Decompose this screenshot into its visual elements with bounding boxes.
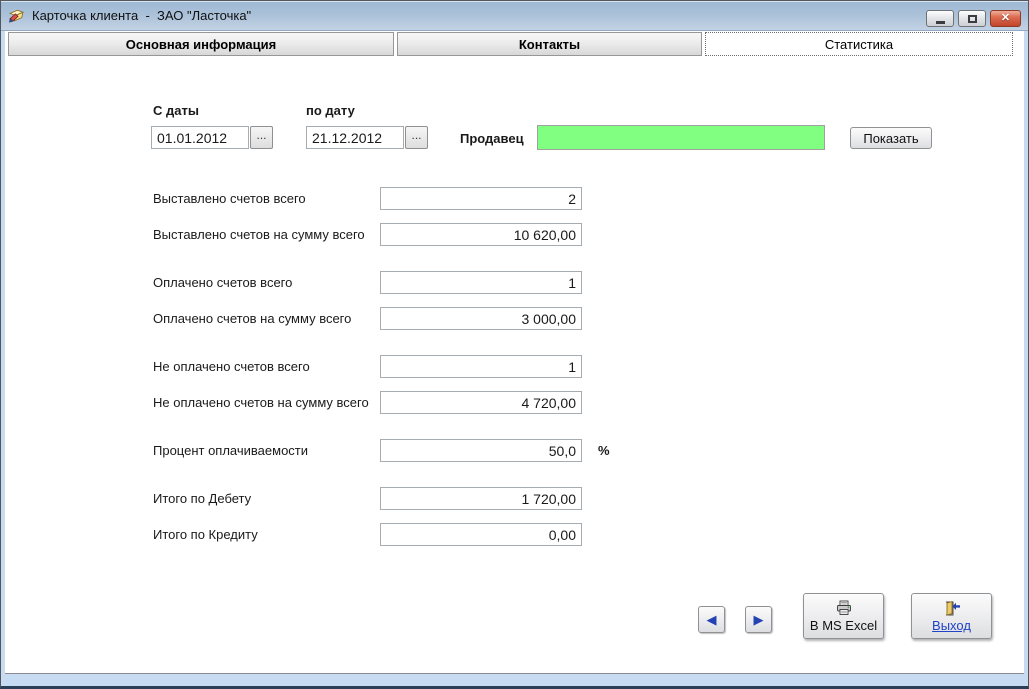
stat-label: Итого по Дебету bbox=[153, 491, 252, 506]
exit-button[interactable]: Выход bbox=[911, 593, 992, 639]
date-to-input[interactable] bbox=[306, 126, 404, 149]
tab-contacts[interactable]: Контакты bbox=[397, 32, 702, 56]
stat-label: Оплачено счетов на сумму всего bbox=[153, 311, 352, 326]
minimize-button[interactable] bbox=[926, 10, 954, 27]
client-card-window: Карточка клиента - ЗАО "Ласточка" ✕ Осно… bbox=[0, 0, 1029, 689]
stat-label: Оплачено счетов всего bbox=[153, 275, 293, 290]
prev-record-button[interactable]: ◀ bbox=[698, 606, 725, 633]
stat-row-unpaid-count: Не оплачено счетов всего bbox=[5, 355, 1024, 378]
tab-statistics[interactable]: Статистика bbox=[705, 32, 1013, 56]
stat-value-field[interactable] bbox=[380, 523, 582, 546]
date-from-browse-button[interactable]: ... bbox=[250, 126, 273, 149]
printer-icon bbox=[836, 600, 851, 615]
stat-row-invoices-count: Выставлено счетов всего bbox=[5, 187, 1024, 210]
stat-label: Выставлено счетов на сумму всего bbox=[153, 227, 365, 242]
stat-value-field[interactable] bbox=[380, 271, 582, 294]
arrow-left-icon: ◀ bbox=[706, 611, 717, 627]
arrow-right-icon: ▶ bbox=[753, 611, 764, 627]
titlebar: Карточка клиента - ЗАО "Ласточка" ✕ bbox=[1, 1, 1028, 31]
maximize-button[interactable] bbox=[958, 10, 986, 27]
stat-value-field[interactable] bbox=[380, 187, 582, 210]
stat-row-debit-total: Итого по Дебету bbox=[5, 487, 1024, 510]
stat-value-field[interactable] bbox=[380, 307, 582, 330]
date-from-input[interactable] bbox=[151, 126, 249, 149]
stat-label: Не оплачено счетов на сумму всего bbox=[153, 395, 369, 410]
exit-door-icon bbox=[945, 600, 960, 616]
stat-value-field[interactable] bbox=[380, 391, 582, 414]
window-title: Карточка клиента - ЗАО "Ласточка" bbox=[32, 8, 252, 23]
exit-label: Выход bbox=[932, 617, 971, 633]
stat-row-paid-count: Оплачено счетов всего bbox=[5, 271, 1024, 294]
date-to-label: по дату bbox=[306, 103, 355, 118]
stat-row-invoices-sum: Выставлено счетов на сумму всего bbox=[5, 223, 1024, 246]
stat-row-credit-total: Итого по Кредиту bbox=[5, 523, 1024, 546]
stat-row-paid-sum: Оплачено счетов на сумму всего bbox=[5, 307, 1024, 330]
next-record-button[interactable]: ▶ bbox=[745, 606, 772, 633]
stat-row-payment-percent: Процент оплачиваемости % bbox=[5, 439, 1024, 462]
seller-input[interactable] bbox=[537, 125, 825, 150]
stat-value-field[interactable] bbox=[380, 487, 582, 510]
tab-main-info[interactable]: Основная информация bbox=[8, 32, 394, 56]
date-to-browse-button[interactable]: ... bbox=[405, 126, 428, 149]
date-from-label: С даты bbox=[153, 103, 199, 118]
maximize-icon bbox=[967, 14, 977, 23]
stat-value-field[interactable] bbox=[380, 355, 582, 378]
minimize-icon bbox=[935, 20, 945, 24]
percent-suffix: % bbox=[598, 443, 610, 458]
stat-value-field[interactable] bbox=[380, 223, 582, 246]
seller-label: Продавец bbox=[460, 131, 524, 146]
close-button[interactable]: ✕ bbox=[990, 10, 1021, 27]
stat-label: Выставлено счетов всего bbox=[153, 191, 306, 206]
stat-label: Процент оплачиваемости bbox=[153, 443, 309, 458]
app-icon bbox=[9, 9, 24, 23]
stat-label: Не оплачено счетов всего bbox=[153, 359, 310, 374]
export-excel-label: В MS Excel bbox=[809, 617, 878, 633]
show-button[interactable]: Показать bbox=[850, 127, 932, 149]
statistics-panel: Основная информация Контакты Статистика … bbox=[5, 31, 1024, 674]
stat-value-field[interactable] bbox=[380, 439, 582, 462]
window-controls: ✕ bbox=[926, 10, 1021, 27]
export-excel-button[interactable]: В MS Excel bbox=[803, 593, 884, 639]
stat-row-unpaid-sum: Не оплачено счетов на сумму всего bbox=[5, 391, 1024, 414]
close-icon: ✕ bbox=[1000, 12, 1011, 24]
stat-label: Итого по Кредиту bbox=[153, 527, 258, 542]
